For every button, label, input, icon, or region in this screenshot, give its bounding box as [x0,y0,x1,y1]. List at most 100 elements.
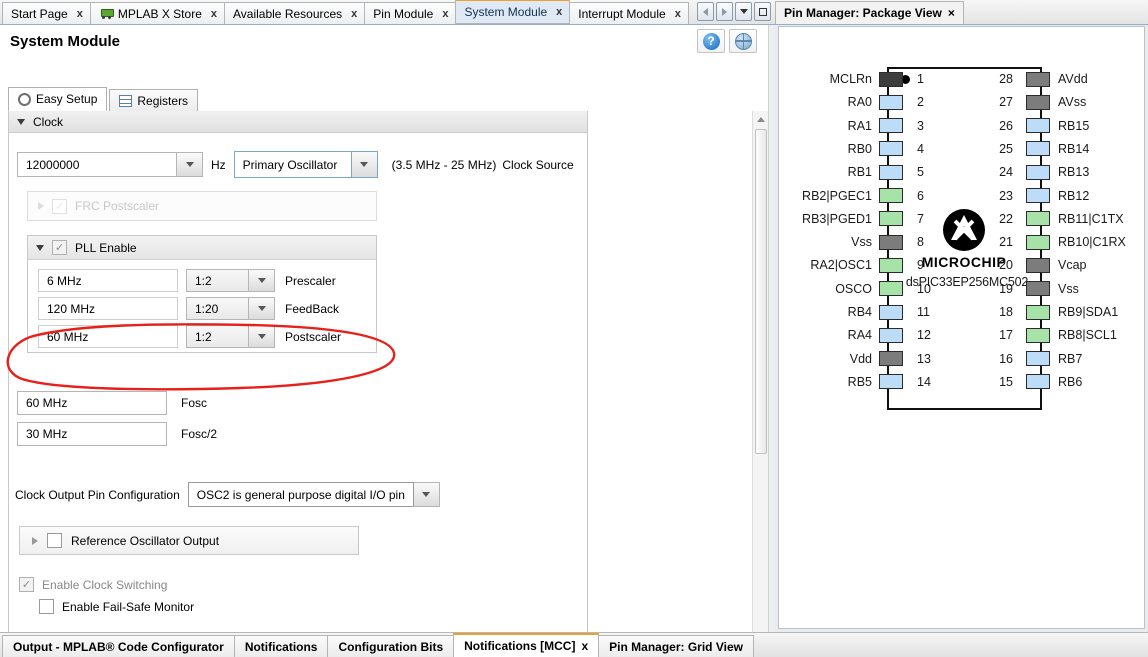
pll-postscaler-ratio-select[interactable]: 1:2 [186,325,249,348]
pin-right-20[interactable]: 20 Vcap [991,255,1146,275]
pin-pad[interactable] [879,141,903,157]
pin-pad[interactable] [1026,141,1050,157]
pin-left-6[interactable]: RB2|PGEC1 6 [779,186,939,206]
pin-pad[interactable] [879,304,903,320]
pin-pad[interactable] [1026,164,1050,180]
pll-prescaler-dropdown-button[interactable] [249,269,275,292]
pin-pad[interactable] [879,374,903,390]
pin-pad[interactable] [879,281,903,297]
pin-pad[interactable] [1026,374,1050,390]
tab-scroll-right-button[interactable] [716,2,733,21]
pin-left-5[interactable]: RB1 5 [779,162,939,182]
pin-pad[interactable] [1026,71,1050,87]
datasheet-button[interactable] [729,29,757,53]
close-icon[interactable]: x [77,8,83,20]
fosc2-input[interactable]: 30 MHz [17,422,167,446]
clock-source-select[interactable]: Primary Oscillator [233,151,352,178]
pin-right-24[interactable]: 24 RB13 [991,162,1146,182]
pin-right-25[interactable]: 25 RB14 [991,139,1146,159]
clock-source-dropdown-button[interactable] [351,151,378,178]
pin-left-7[interactable]: RB3|PGED1 7 [779,209,939,229]
enable-clock-switching-checkbox[interactable]: ✓ [19,577,34,592]
pll-prescaler-freq-input[interactable]: 6 MHz [38,269,178,292]
clock-section-header[interactable]: Clock [9,111,587,133]
close-icon[interactable]: x [556,6,562,18]
bottom-tab-notifications[interactable]: Notifications [233,635,329,657]
pin-pad[interactable] [1026,188,1050,203]
scroll-up-button[interactable] [753,111,769,127]
pin-pad[interactable] [879,118,903,134]
enable-clock-switching-row[interactable]: ✓ Enable Clock Switching [19,577,167,592]
pin-left-12[interactable]: RA4 12 [779,325,939,345]
clock-frequency-dropdown-button[interactable] [177,152,203,177]
pin-right-23[interactable]: 23 RB12 [991,186,1146,206]
clock-output-pin-dropdown-button[interactable] [413,482,440,507]
pin-pad[interactable] [879,234,903,250]
pin-left-2[interactable]: RA0 2 [779,92,939,112]
reference-oscillator-checkbox[interactable] [47,533,62,548]
bottom-tab-pin-manager-grid-view[interactable]: Pin Manager: Grid View [598,635,754,657]
pin-pad[interactable] [1026,211,1050,227]
enable-fail-safe-row[interactable]: Enable Fail-Safe Monitor [39,599,194,614]
pll-feedback-dropdown-button[interactable] [249,297,275,320]
enable-fail-safe-checkbox[interactable] [39,599,54,614]
tab-pin-manager-package-view[interactable]: Pin Manager: Package View × [775,1,964,24]
editor-tab-system-module[interactable]: System Module x [455,0,571,24]
close-icon[interactable]: × [948,6,955,20]
tab-scroll-left-button[interactable] [697,2,714,21]
pin-pad[interactable] [1026,351,1050,367]
tab-easy-setup[interactable]: Easy Setup [8,87,108,111]
panel-splitter[interactable] [768,25,775,632]
clock-frequency-input[interactable]: 12000000 [17,152,177,177]
pin-pad[interactable] [879,327,903,343]
frc-postscaler-header[interactable]: ✓ FRC Postscaler [28,192,376,220]
pin-right-19[interactable]: 19 Vss [991,279,1146,299]
editor-tab-pin-module[interactable]: Pin Module x [364,2,457,24]
bottom-tab-notifications-mcc-[interactable]: Notifications [MCC] x [453,633,600,657]
editor-vertical-scrollbar[interactable] [752,111,769,656]
pin-right-22[interactable]: 22 RB11|C1TX [991,209,1146,229]
pin-right-16[interactable]: 16 RB7 [991,349,1146,369]
close-icon[interactable]: x [351,8,357,20]
pin-right-21[interactable]: 21 RB10|C1RX [991,232,1146,252]
pin-pad[interactable] [879,188,903,203]
close-icon[interactable]: x [675,8,681,20]
pll-enable-checkbox[interactable]: ✓ [52,240,67,255]
pin-right-17[interactable]: 17 RB8|SCL1 [991,325,1146,345]
pin-left-14[interactable]: RB5 14 [779,372,939,392]
editor-tab-mplab-x-store[interactable]: MPLAB X Store x [89,2,225,24]
close-icon[interactable]: x [442,8,448,20]
pll-feedback-ratio-select[interactable]: 1:20 [186,297,249,320]
pin-pad[interactable] [879,71,903,87]
pin-pad[interactable] [879,351,903,367]
reference-oscillator-group[interactable]: Reference Oscillator Output [19,526,359,555]
pin-pad[interactable] [1026,118,1050,134]
pin-left-8[interactable]: Vss 8 [779,232,939,252]
pll-postscaler-dropdown-button[interactable] [249,325,275,348]
pin-pad[interactable] [879,211,903,227]
editor-tab-available-resources[interactable]: Available Resources x [224,2,366,24]
help-button[interactable]: ? [697,29,725,53]
pin-right-27[interactable]: 27 AVss [991,92,1146,112]
editor-tab-interrupt-module[interactable]: Interrupt Module x [569,2,689,24]
tab-registers[interactable]: Registers [109,89,199,111]
bottom-tab-output-mplab-code-configurator[interactable]: Output - MPLAB® Code Configurator [2,635,235,657]
pin-right-15[interactable]: 15 RB6 [991,372,1146,392]
pll-group-header[interactable]: ✓ PLL Enable [28,236,376,260]
pin-right-18[interactable]: 18 RB9|SDA1 [991,302,1146,322]
pin-pad[interactable] [879,257,903,273]
pin-right-28[interactable]: 28 AVdd [991,69,1146,89]
fosc-input[interactable]: 60 MHz [17,391,167,415]
pin-left-4[interactable]: RB0 4 [779,139,939,159]
pin-pad[interactable] [879,164,903,180]
pin-left-11[interactable]: RB4 11 [779,302,939,322]
pin-left-9[interactable]: RA2|OSC1 9 [779,255,939,275]
pin-left-1[interactable]: MCLRn 1 [779,69,939,89]
close-icon[interactable]: x [581,639,588,653]
bottom-tab-configuration-bits[interactable]: Configuration Bits [327,635,455,657]
pin-pad[interactable] [1026,304,1050,320]
pin-pad[interactable] [1026,234,1050,250]
close-icon[interactable]: x [211,8,217,20]
tab-list-button[interactable] [735,2,752,21]
pin-right-26[interactable]: 26 RB15 [991,116,1146,136]
